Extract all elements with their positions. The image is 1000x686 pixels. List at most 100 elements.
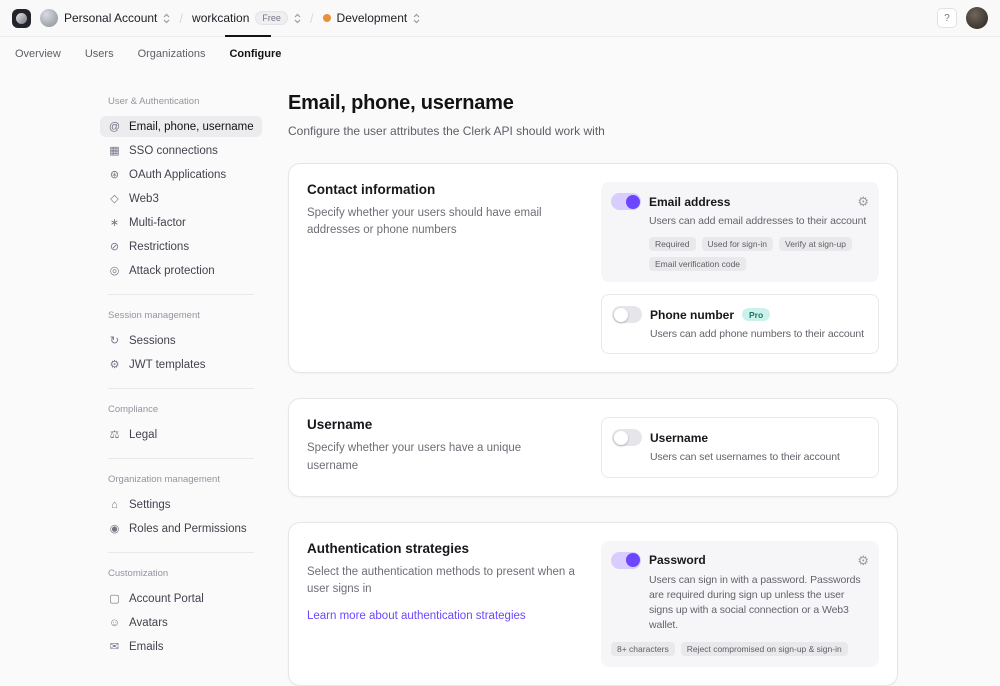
username-toggle[interactable] (612, 429, 642, 446)
sidebar-item-label: Account Portal (129, 593, 204, 605)
password-toggle[interactable] (611, 552, 641, 569)
scales-icon: ⚖ (108, 428, 121, 441)
phone-number-toggle[interactable] (612, 306, 642, 323)
sidebar-item-label: Roles and Permissions (129, 523, 247, 535)
sidebar-item-jwt-templates[interactable]: ⚙ JWT templates (100, 354, 262, 375)
authentication-strategies-card: Authentication strategies Select the aut… (288, 522, 898, 686)
card-features: Password ⚙ Users can sign in with a pass… (601, 541, 879, 667)
top-nav-tabs: Overview Users Organizations Configure (15, 44, 281, 64)
card-info: Authentication strategies Select the aut… (307, 541, 575, 667)
badge: Email verification code (649, 257, 746, 271)
feature-title: Password (649, 553, 706, 567)
badge: Reject compromised on sign-up & sign-in (681, 642, 848, 656)
email-address-toggle[interactable] (611, 193, 641, 210)
sidebar-section-title: Compliance (108, 404, 262, 415)
sidebar-divider (108, 294, 254, 295)
grid-icon: ▦ (108, 144, 121, 157)
sidebar-item-label: Legal (129, 429, 157, 441)
help-button[interactable]: ? (937, 8, 957, 28)
workspace-switcher[interactable]: workcation Free (192, 11, 301, 25)
breadcrumb-separator: / (310, 11, 314, 26)
pro-badge: Pro (742, 308, 770, 321)
help-icon: ? (944, 13, 950, 24)
sidebar-divider (108, 458, 254, 459)
clerk-logo[interactable] (12, 9, 31, 28)
sidebar-item-emails[interactable]: ✉ Emails (100, 636, 262, 657)
page-title: Email, phone, username (288, 92, 898, 115)
badge: Required (649, 237, 696, 251)
card-info: Contact information Specify whether your… (307, 182, 575, 354)
account-avatar (40, 9, 58, 27)
card-description: Select the authentication methods to pre… (307, 564, 575, 599)
sidebar-item-label: Web3 (129, 193, 159, 205)
topbar: Personal Account / workcation Free / Dev… (0, 0, 1000, 37)
active-tab-indicator (225, 35, 271, 37)
sidebar-item-web3[interactable]: ◇ Web3 (100, 188, 262, 209)
card-description: Specify whether your users have a unique… (307, 440, 575, 475)
user-avatar[interactable] (966, 7, 988, 29)
sidebar-item-email-phone-username[interactable]: @ Email, phone, username (100, 116, 262, 137)
feature-header: Email address ⚙ (611, 193, 869, 210)
card-features: Username Users can set usernames to thei… (601, 417, 879, 477)
badge: 8+ characters (611, 642, 675, 656)
toggle-knob (614, 308, 628, 322)
email-address-setting: Email address ⚙ Users can add email addr… (601, 182, 879, 282)
toggle-knob (626, 553, 640, 567)
workspace-name: workcation (192, 11, 249, 25)
asterisk-circle-icon: ⊛ (108, 168, 121, 181)
refresh-icon: ↻ (108, 334, 121, 347)
sidebar-item-account-portal[interactable]: ▢ Account Portal (100, 588, 262, 609)
shield-icon: ◎ (108, 264, 121, 277)
chevron-updown-icon (413, 13, 420, 24)
sidebar-divider (108, 388, 254, 389)
sidebar-item-label: Multi-factor (129, 217, 186, 229)
settings-gear-icon[interactable]: ⚙ (857, 554, 869, 567)
sidebar-section-title: Organization management (108, 474, 262, 485)
smiley-icon: ☺ (108, 617, 121, 629)
breadcrumb-separator: / (179, 11, 183, 26)
card-title: Contact information (307, 182, 575, 197)
feature-badges: 8+ characters Reject compromised on sign… (611, 642, 869, 656)
sidebar-item-label: Restrictions (129, 241, 189, 253)
card-features: Email address ⚙ Users can add email addr… (601, 182, 879, 354)
environment-dot-icon (323, 14, 331, 22)
sidebar-item-label: SSO connections (129, 145, 218, 157)
asterisk-icon: ∗ (108, 216, 121, 229)
badge: Verify at sign-up (779, 237, 852, 251)
window-icon: ▢ (108, 592, 121, 605)
environment-name: Development (337, 11, 408, 25)
tab-organizations[interactable]: Organizations (138, 44, 206, 64)
sidebar-item-legal[interactable]: ⚖ Legal (100, 424, 262, 445)
sidebar-item-attack-protection[interactable]: ◎ Attack protection (100, 260, 262, 281)
tab-users[interactable]: Users (85, 44, 114, 64)
sidebar-item-sessions[interactable]: ↻ Sessions (100, 330, 262, 351)
learn-more-link[interactable]: Learn more about authentication strategi… (307, 610, 526, 622)
sidebar-item-oauth-applications[interactable]: ⊛ OAuth Applications (100, 164, 262, 185)
sidebar-item-multi-factor[interactable]: ∗ Multi-factor (100, 212, 262, 233)
feature-header: Username (612, 429, 868, 446)
tab-overview[interactable]: Overview (15, 44, 61, 64)
account-label: Personal Account (64, 11, 157, 25)
settings-gear-icon[interactable]: ⚙ (857, 195, 869, 208)
sidebar-item-restrictions[interactable]: ⊘ Restrictions (100, 236, 262, 257)
sidebar-item-roles-and-permissions[interactable]: ◉ Roles and Permissions (100, 518, 262, 539)
environment-switcher[interactable]: Development (323, 11, 421, 25)
sidebar-item-label: OAuth Applications (129, 169, 226, 181)
chevron-updown-icon (163, 13, 170, 24)
sidebar-item-label: JWT templates (129, 359, 205, 371)
feature-title: Email address (649, 195, 730, 209)
account-switcher[interactable]: Personal Account (40, 9, 170, 27)
card-title: Username (307, 417, 575, 432)
diamond-icon: ◇ (108, 192, 121, 205)
tab-configure[interactable]: Configure (229, 44, 281, 64)
sidebar-item-label: Email, phone, username (129, 121, 254, 133)
feature-description: Users can set usernames to their account (650, 450, 868, 465)
sidebar-item-avatars[interactable]: ☺ Avatars (100, 612, 262, 633)
card-info: Username Specify whether your users have… (307, 417, 575, 477)
building-icon: ⌂ (108, 499, 121, 511)
lock-icon: ⊘ (108, 240, 121, 253)
sidebar-item-sso-connections[interactable]: ▦ SSO connections (100, 140, 262, 161)
sidebar-item-org-settings[interactable]: ⌂ Settings (100, 494, 262, 515)
envelope-icon: ✉ (108, 640, 121, 653)
chevron-updown-icon (294, 13, 301, 24)
